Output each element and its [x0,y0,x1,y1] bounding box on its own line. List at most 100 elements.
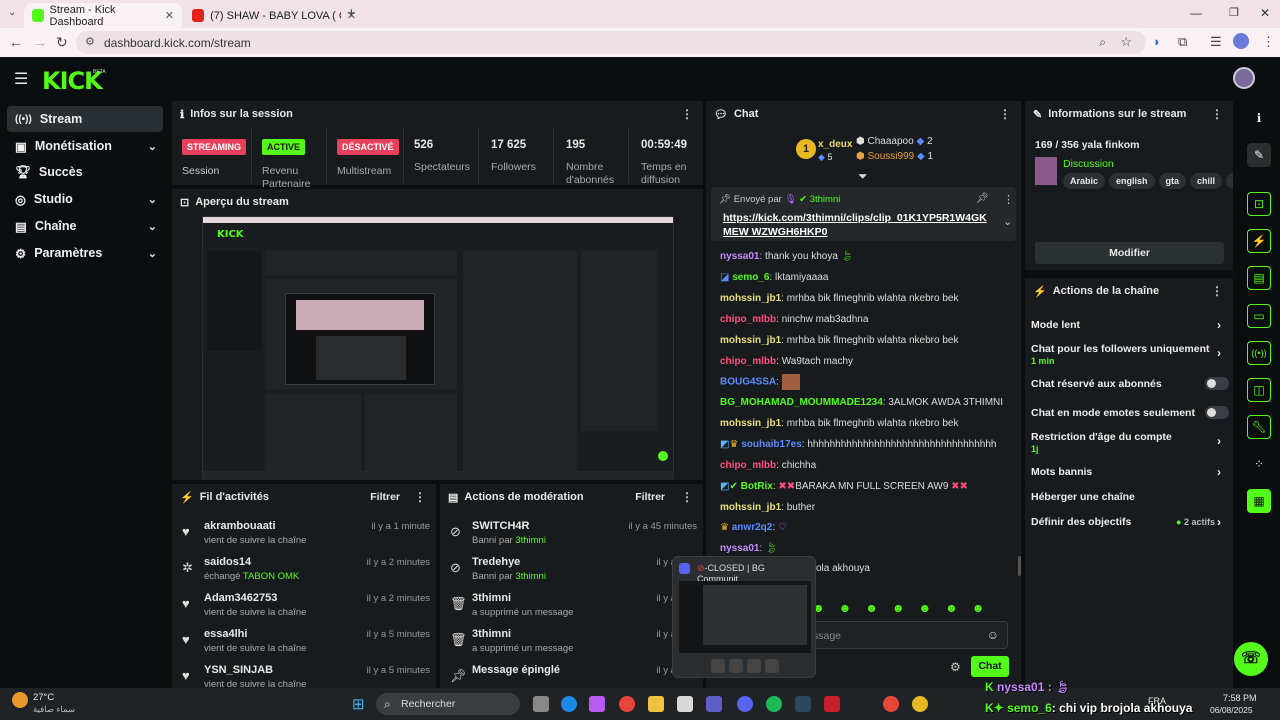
site-info-icon[interactable]: ⚙ [85,35,95,48]
reading-list-icon[interactable]: ☰ [1210,34,1222,50]
activity-user[interactable]: YSN_SINJAB [204,664,273,676]
subscribers-only-toggle[interactable] [1205,377,1229,390]
steam-icon[interactable] [795,696,811,712]
stream-video[interactable]: KICK [202,216,674,480]
profile-avatar[interactable] [1233,33,1249,49]
edit-stream-button[interactable]: Modifier [1035,242,1224,264]
layout-toggle-icon[interactable]: ◫ [1247,378,1271,402]
lightning-icon[interactable]: ⚡ [1247,229,1271,253]
activity-user[interactable]: saidos14 [204,556,251,568]
wrench-icon[interactable]: 🔧︎ [1247,415,1271,439]
chrome-icon[interactable] [619,696,635,712]
support-chat-icon[interactable]: ☏ [1234,642,1268,676]
back-icon[interactable]: ← [9,34,23,50]
emotes-only-toggle[interactable] [1205,406,1229,419]
activity-user[interactable]: essa4lhi [204,628,247,640]
tab-list-icon[interactable]: ⌄ [8,7,16,18]
bookmark-star-icon[interactable]: ☆ [1120,34,1132,50]
emote-row[interactable]: ☻☻☻☻☻☻☻ [812,601,1012,617]
more-options-icon[interactable]: ⋮ [681,107,693,121]
leaderboard-user-2[interactable]: ⬢ Chaaapoo ◆ 2 [856,136,933,147]
chat-username[interactable]: anwr2q2 [732,522,773,533]
tag-chip[interactable]: gta [1158,173,1187,189]
send-chat-button[interactable]: Chat [971,656,1009,677]
chat-username[interactable]: BotRix [741,481,773,492]
tag-chip[interactable]: Ro [1226,173,1233,189]
file-explorer-icon[interactable] [648,696,664,712]
sidebar-item-stream[interactable]: ((•)) Stream [7,106,163,132]
copilot-icon[interactable] [589,696,605,712]
chevron-down-icon[interactable]: ⌄ [1003,215,1012,228]
apps-icon[interactable]: ⁘ [1247,452,1271,476]
minimize-window-icon[interactable]: — [1190,6,1202,20]
windows-start-icon[interactable]: ⊞ [352,695,365,713]
sidebar-item-achievements[interactable]: 🏆︎ Succès [7,159,163,185]
moderation-user[interactable]: SWITCH4R [472,520,529,532]
teams-icon[interactable] [706,696,722,712]
more-options-icon[interactable]: ⋮ [414,490,426,504]
moderation-user[interactable]: Tredehye [472,556,520,568]
action-banned-words[interactable]: Mots bannis › [1031,465,1231,479]
close-window-icon[interactable]: ✕ [1260,6,1270,20]
unpin-icon[interactable]: 📌︎ [976,193,989,204]
chat-username[interactable]: chipo_mlbb [720,356,776,367]
stream-toggle-icon[interactable]: ((•)) [1247,341,1271,365]
chat-scrollbar[interactable] [1018,556,1021,576]
chat-username[interactable]: nyssa01 [720,543,759,554]
popup-control-icon[interactable] [765,659,779,673]
discord-preview-popup[interactable]: ⊘-CLOSED | BG Communit... [672,556,816,678]
moderation-user[interactable]: 3thimni [472,592,511,604]
discord-taskbar-icon[interactable] [737,696,753,712]
filter-button[interactable]: Filtrer [635,491,665,503]
app-icon[interactable] [824,696,840,712]
chat-username[interactable]: BG_MOHAMAD_MOUMMADE1234 [720,397,883,408]
clock-time[interactable]: 7:58 PM [1223,693,1257,703]
chat-username[interactable]: nyssa01 [720,251,759,262]
moderation-user[interactable]: Message épinglé [472,664,560,676]
store-icon[interactable] [677,696,693,712]
new-tab-icon[interactable]: + [347,5,356,22]
tag-chip[interactable]: Arabic [1063,173,1106,189]
url-field[interactable]: ⚙ dashboard.kick.com/stream ⌕ ☆ [76,31,1146,54]
edge-icon[interactable] [561,696,577,712]
preview-toggle-icon[interactable]: ⊡ [1247,192,1271,216]
sidebar-item-channel[interactable]: ▤ Chaîne ⌄ [7,213,163,239]
user-avatar[interactable] [1233,67,1255,89]
tag-chip[interactable]: english [1109,173,1155,189]
moderation-toggle-icon[interactable]: ▤ [1247,266,1271,290]
chat-username[interactable]: chipo_mlbb [720,460,776,471]
close-tab-icon[interactable]: ✕ [165,9,174,22]
zoom-icon[interactable]: ⌕ [1099,35,1106,50]
chat-settings-icon[interactable]: ⚙ [950,660,961,674]
chat-username[interactable]: mohssin_jb1 [720,293,781,304]
popup-control-icon[interactable] [711,659,725,673]
browser-menu-icon[interactable]: ⋮ [1262,34,1275,50]
pinned-author[interactable]: 3thimni [810,194,841,205]
taskbar-search[interactable]: ⌕ Rechercher [376,693,520,715]
sidebar-item-monetization[interactable]: ▣ Monétisation ⌄ [7,133,163,159]
activity-user[interactable]: Adam3462753 [204,592,277,604]
category-name[interactable]: Discussion [1063,158,1114,170]
action-slow-mode[interactable]: Mode lent › [1031,318,1231,332]
hamburger-menu-icon[interactable]: ☰ [14,69,28,89]
chat-username[interactable]: BOUG4SSA [720,377,776,388]
chat-toggle-icon[interactable]: ▭ [1247,304,1271,328]
moderation-user[interactable]: 3thimni [472,628,511,640]
filter-button[interactable]: Filtrer [370,491,400,503]
chat-username[interactable]: semo_6 [732,272,769,283]
more-options-icon[interactable]: ⋮ [681,490,693,504]
leaderboard-user-3[interactable]: ⬢ Soussi999 ◆ 1 [856,151,933,162]
restore-window-icon[interactable]: ❐ [1229,6,1239,19]
chat-username[interactable]: mohssin_jb1 [720,418,781,429]
action-followers-only[interactable]: Chat pour les followers uniquement 1 min… [1031,343,1231,367]
sidebar-item-studio[interactable]: ◎ Studio ⌄ [7,186,163,212]
forward-icon[interactable]: → [33,34,47,50]
tag-chip[interactable]: chill [1190,173,1223,189]
chat-username[interactable]: souhaib17es [741,439,802,450]
action-goals[interactable]: Définir des objectifs ● 2 actifs › [1031,515,1231,529]
more-options-icon[interactable]: ⋮ [1211,107,1223,121]
more-options-icon[interactable]: ⋮ [999,107,1011,121]
more-options-icon[interactable]: ⋮ [1003,193,1014,206]
chat-username[interactable]: mohssin_jb1 [720,502,781,513]
app-icon[interactable] [912,696,928,712]
